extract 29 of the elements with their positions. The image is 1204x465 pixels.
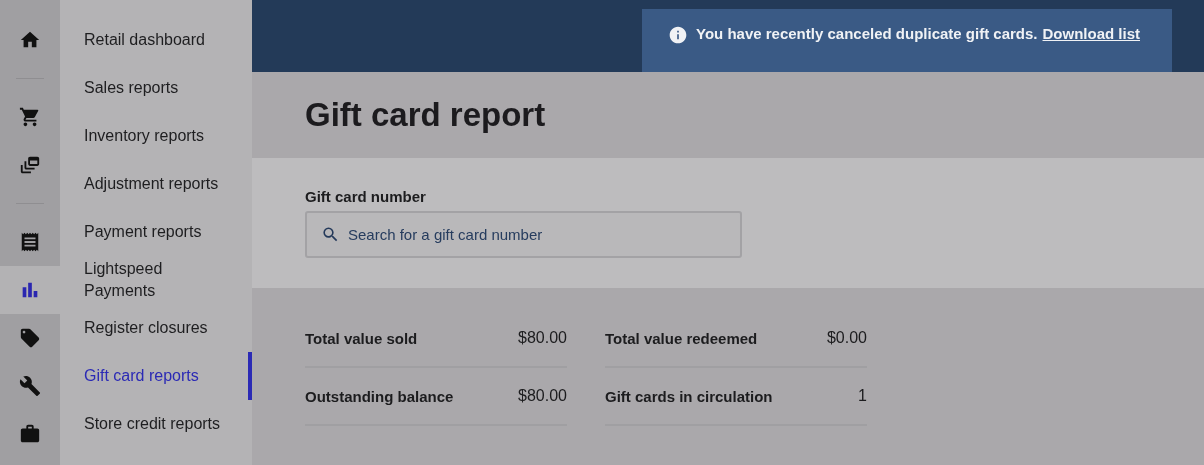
notice-message: You have recently canceled duplicate gift cards. <box>696 25 1038 42</box>
tag-icon <box>19 327 41 349</box>
cart-icon <box>19 106 41 128</box>
stat-value: $80.00 <box>518 387 567 405</box>
rail-button[interactable] <box>0 266 60 314</box>
stat-label: Total value redeemed <box>605 329 758 347</box>
search-field[interactable]: Search for a gift card number <box>305 211 742 258</box>
stat-value: $0.00 <box>826 329 867 347</box>
nav-item[interactable]: Register closures <box>60 304 252 352</box>
nav-item[interactable]: Retail dashboard <box>60 16 252 64</box>
stat-value: 1 <box>858 387 867 405</box>
wrench-icon <box>19 375 41 397</box>
nav-item[interactable]: Lightspeed Payments <box>60 256 252 304</box>
info-icon <box>668 25 688 45</box>
stat-label: Outstanding balance <box>305 387 454 405</box>
stat-value: $80.00 <box>518 329 567 347</box>
nav-item[interactable]: Adjustment reports <box>60 160 252 208</box>
nav-item[interactable]: Inventory reports <box>60 112 252 160</box>
nav-item[interactable]: Sales reports <box>60 64 252 112</box>
search-icon <box>321 225 340 244</box>
field-label: Gift card number <box>305 188 427 205</box>
stat-label: Total value sold <box>305 329 418 347</box>
nav-item[interactable]: Store credit reports <box>60 400 252 448</box>
receipt-icon <box>19 231 41 253</box>
cards-icon <box>19 154 41 176</box>
stat-label: Gift cards in circulation <box>605 387 773 405</box>
download-link[interactable]: Download list <box>1042 25 1140 42</box>
page-title: Gift card report <box>305 96 546 134</box>
nav-item[interactable]: Payment reports <box>60 208 252 256</box>
